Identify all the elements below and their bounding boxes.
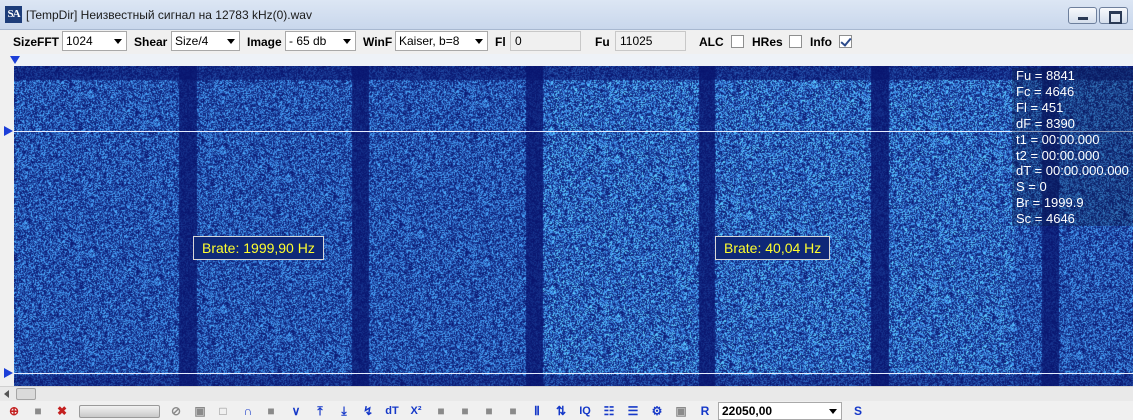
app-icon: SA: [5, 6, 22, 23]
hres-checkbox[interactable]: [789, 35, 802, 48]
info-line: Fu = 8841: [1016, 68, 1075, 83]
frame-icon[interactable]: □: [215, 403, 231, 419]
minimize-button[interactable]: [1068, 7, 1097, 24]
horizontal-scrollbar[interactable]: [0, 386, 1133, 401]
level-slider[interactable]: [79, 405, 160, 418]
upper-cursor-line[interactable]: [14, 131, 1133, 132]
sizefft-value: 1024: [66, 34, 93, 48]
info-line: t2 = 00:00.000: [1016, 147, 1100, 163]
frequency-value: 22050,00: [722, 404, 773, 418]
info-line: Fc = 4646: [1016, 83, 1075, 99]
app-window: SA [TempDir] Неизвестный сигнал на 12783…: [0, 0, 1133, 420]
upper-cursor-handle-icon[interactable]: [4, 126, 13, 136]
brate-label-left: Brate: 1999,90 Hz: [193, 236, 324, 260]
alc-checkbox[interactable]: [731, 35, 744, 48]
lower-cursor-line[interactable]: [14, 373, 1133, 374]
info-label: Info: [810, 35, 832, 49]
record-icon[interactable]: ■: [30, 403, 46, 419]
copy-icon[interactable]: ▣: [192, 403, 208, 419]
shear-value: Size/4: [175, 34, 209, 48]
info-line: t1 = 00:00.000: [1016, 131, 1100, 147]
up-arrows-icon[interactable]: ⤒: [312, 403, 328, 419]
shear-select[interactable]: Size/4: [171, 31, 240, 51]
info-line: dF = 8390: [1016, 115, 1075, 131]
chevron-down-icon: [114, 39, 122, 44]
image-value: - 65 db: [289, 34, 327, 48]
down-arrows-icon[interactable]: ⤓: [336, 403, 352, 419]
fl-label: Fl: [495, 35, 506, 49]
zoom-icon[interactable]: ⊕: [6, 403, 22, 419]
chevron-down-icon: [343, 39, 351, 44]
iq-button[interactable]: IQ: [577, 403, 593, 419]
image-select[interactable]: - 65 db: [285, 31, 356, 51]
winf-select[interactable]: Kaiser, b=8: [395, 31, 488, 51]
merge-arrows-icon[interactable]: ↯: [360, 403, 376, 419]
marker-strip: [0, 54, 14, 388]
frequency-select[interactable]: 22050,00: [718, 402, 842, 420]
upper-frequency-marker-icon[interactable]: [10, 56, 20, 64]
pattern-icon[interactable]: ☷: [601, 403, 617, 419]
window-title: [TempDir] Неизвестный сигнал на 12783 kH…: [26, 8, 312, 22]
s-button[interactable]: S: [850, 403, 866, 419]
info-line: Br = 1999.9: [1016, 195, 1084, 211]
sizefft-label: SizeFFT: [13, 35, 60, 49]
info-checkbox[interactable]: [839, 35, 852, 48]
chevron-down-icon: [475, 39, 483, 44]
winf-value: Kaiser, b=8: [399, 34, 460, 48]
bottom-toolbar: ⊕ ■ ✖ ⊘ ▣ □ ∩ ■ ∨ ⤒ ⤓ ↯ dT X² ■ ■ ■ ■ Ⅱ …: [0, 401, 1133, 420]
block-icon[interactable]: ■: [433, 403, 449, 419]
r-button[interactable]: R: [697, 403, 713, 419]
chevron-down-icon: [829, 409, 837, 414]
scroll-thumb[interactable]: [16, 388, 36, 400]
fl-field[interactable]: 0: [510, 31, 581, 51]
no-entry-icon[interactable]: ⊘: [168, 403, 184, 419]
alc-label: ALC: [699, 35, 724, 49]
lower-cursor-handle-icon[interactable]: [4, 368, 13, 378]
block2-icon[interactable]: ■: [457, 403, 473, 419]
sizefft-select[interactable]: 1024: [62, 31, 127, 51]
gear-icon[interactable]: ⚙: [649, 403, 665, 419]
spectrogram[interactable]: [14, 66, 1133, 386]
title-bar: SA [TempDir] Неизвестный сигнал на 12783…: [0, 0, 1133, 30]
pattern2-icon[interactable]: ☰: [625, 403, 641, 419]
bars-icon[interactable]: Ⅱ: [529, 403, 545, 419]
fu-field[interactable]: 11025: [615, 31, 686, 51]
info-panel: Fu = 8841 Fc = 4646 Fl = 451 dF = 8390 t1 = …: [1012, 68, 1133, 226]
delete-icon[interactable]: ✖: [54, 403, 70, 419]
dt-button[interactable]: dT: [384, 403, 400, 419]
info-line: dT = 00:00.000.000: [1016, 163, 1129, 179]
block3-icon[interactable]: ■: [481, 403, 497, 419]
info-line: Sc = 4646: [1016, 211, 1075, 227]
doc-icon[interactable]: ▣: [673, 403, 689, 419]
hres-label: HRes: [752, 35, 783, 49]
shear-label: Shear: [134, 35, 168, 49]
info-line: S = 0: [1016, 179, 1047, 195]
updown-icon[interactable]: ⇅: [553, 403, 569, 419]
scroll-left-icon[interactable]: [4, 390, 9, 398]
fu-label: Fu: [595, 35, 610, 49]
x-squared-button[interactable]: X²: [408, 403, 424, 419]
v-shape-icon[interactable]: ∨: [288, 403, 304, 419]
image-label: Image: [247, 35, 282, 49]
settings-toolbar: SizeFFT 1024 Shear Size/4 Image - 65 db …: [0, 30, 1133, 54]
wave-icon[interactable]: ∩: [240, 403, 256, 419]
block4-icon[interactable]: ■: [505, 403, 521, 419]
info-line: Fl = 451: [1016, 99, 1064, 115]
brate-label-right: Brate: 40,04 Hz: [715, 236, 831, 260]
winf-label: WinF: [363, 35, 393, 49]
maximize-button[interactable]: [1099, 7, 1128, 24]
chevron-down-icon: [227, 39, 235, 44]
stop-icon[interactable]: ■: [263, 403, 279, 419]
